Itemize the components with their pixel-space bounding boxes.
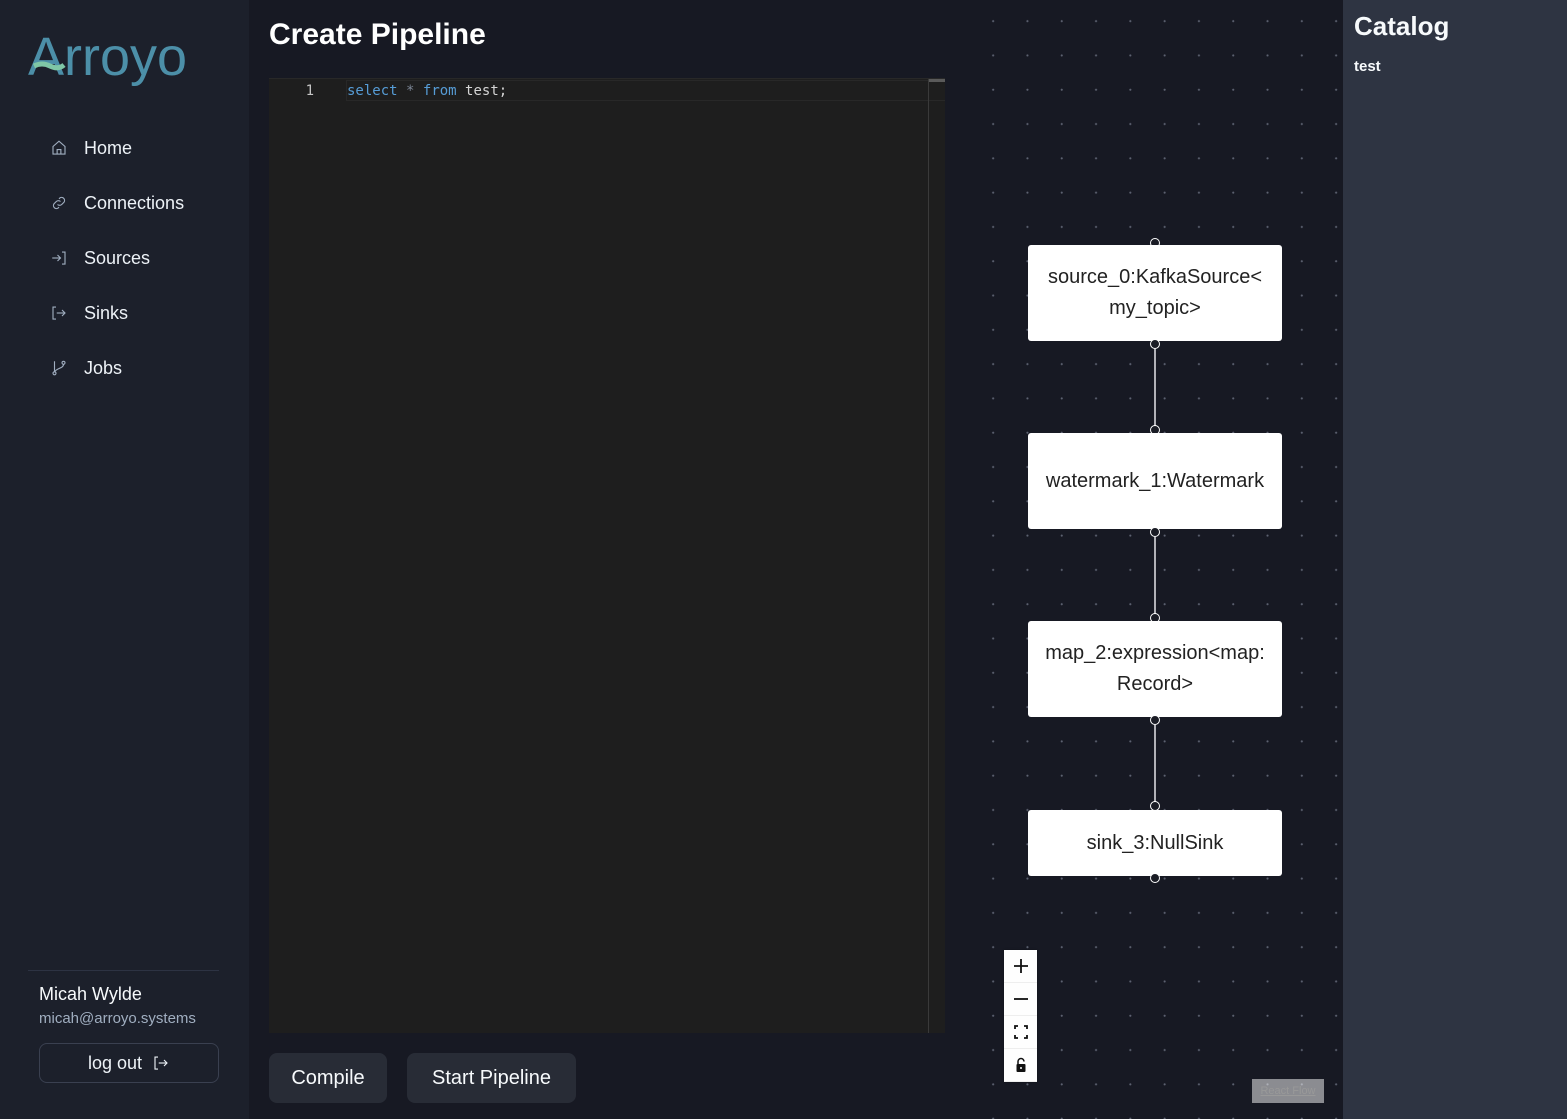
catalog-panel: Catalog test: [1343, 0, 1567, 1119]
sidebar-item-label: Sources: [84, 247, 151, 268]
graph-node-watermark[interactable]: watermark_1:Watermark: [1028, 433, 1282, 529]
sidebar-item-label: Jobs: [84, 357, 123, 378]
minimap-slider[interactable]: [929, 79, 945, 82]
fit-view-icon: [1013, 1025, 1028, 1039]
compile-button[interactable]: Compile: [269, 1053, 387, 1103]
app: Arroyo Home Connections Sources Sinks Jo…: [0, 0, 1567, 1119]
graph-node-source[interactable]: source_0:KafkaSource<my_topic>: [1028, 245, 1282, 341]
editor-scrollbar[interactable]: [928, 79, 929, 1033]
graph-edge[interactable]: [1154, 349, 1156, 427]
graph-edge[interactable]: [1154, 537, 1156, 615]
sign-in-icon: [49, 248, 69, 268]
start-pipeline-button[interactable]: Start Pipeline: [407, 1053, 576, 1103]
unlock-icon: [1016, 1057, 1025, 1072]
arroyo-logo[interactable]: Arroyo: [28, 27, 208, 88]
plus-icon: [1013, 959, 1028, 973]
page-title: Create Pipeline: [269, 18, 486, 51]
token-keyword: from: [422, 83, 457, 99]
graph-node-map[interactable]: map_2:expression<map:Record>: [1028, 621, 1282, 717]
react-flow-attribution[interactable]: React Flow: [1252, 1079, 1324, 1103]
editor-gutter: 1: [269, 79, 339, 1033]
node-source-handle[interactable]: [1150, 527, 1160, 537]
zoom-out-button[interactable]: [1004, 983, 1037, 1016]
token-identifier: test;: [465, 83, 508, 99]
git-branch-icon: [49, 358, 69, 378]
pipeline-graph[interactable]: source_0:KafkaSource<my_topic> watermark…: [985, 0, 1343, 1119]
user-email: micah@arroyo.systems: [39, 1010, 196, 1027]
sidebar-item-connections[interactable]: Connections: [39, 183, 229, 223]
sidebar-item-label: Sinks: [84, 302, 129, 323]
sign-out-icon: [152, 1054, 170, 1072]
sidebar-item-sources[interactable]: Sources: [39, 238, 229, 278]
sidebar-item-home[interactable]: Home: [39, 128, 229, 168]
user-divider: [28, 970, 219, 971]
fit-view-button[interactable]: [1004, 1016, 1037, 1049]
node-source-handle[interactable]: [1150, 339, 1160, 349]
sidebar-item-jobs[interactable]: Jobs: [39, 348, 229, 388]
sidebar-nav: Home Connections Sources Sinks Jobs: [39, 128, 229, 403]
sidebar-item-sinks[interactable]: Sinks: [39, 293, 229, 333]
logout-label: log out: [87, 1052, 143, 1073]
link-icon: [49, 193, 69, 213]
logo-text: Arroyo: [28, 28, 187, 87]
node-source-handle[interactable]: [1150, 715, 1160, 725]
sidebar: Arroyo Home Connections Sources Sinks Jo…: [0, 0, 249, 1119]
code-line[interactable]: select * from test;: [347, 81, 507, 101]
user-name: Micah Wylde: [39, 984, 142, 1004]
logout-button[interactable]: log out: [39, 1043, 219, 1083]
zoom-in-button[interactable]: [1004, 950, 1037, 983]
home-icon: [49, 138, 69, 158]
minus-icon: [1013, 998, 1028, 1000]
sql-editor[interactable]: 1 select * from test;: [269, 78, 945, 1033]
graph-controls: [1004, 950, 1037, 1082]
token-operator: *: [406, 83, 415, 99]
catalog-title: Catalog: [1354, 11, 1450, 41]
catalog-table-item[interactable]: test: [1354, 58, 1381, 75]
sign-out-icon: [49, 303, 69, 323]
editor-minimap[interactable]: [929, 79, 945, 101]
graph-edge[interactable]: [1154, 725, 1156, 803]
graph-node-sink[interactable]: sink_3:NullSink: [1028, 810, 1282, 876]
sidebar-item-label: Connections: [84, 192, 185, 213]
sidebar-item-label: Home: [84, 137, 133, 158]
toggle-interactivity-button[interactable]: [1004, 1049, 1037, 1082]
token-keyword: select: [347, 83, 398, 99]
line-number: 1: [305, 83, 314, 99]
node-source-handle[interactable]: [1150, 873, 1160, 883]
